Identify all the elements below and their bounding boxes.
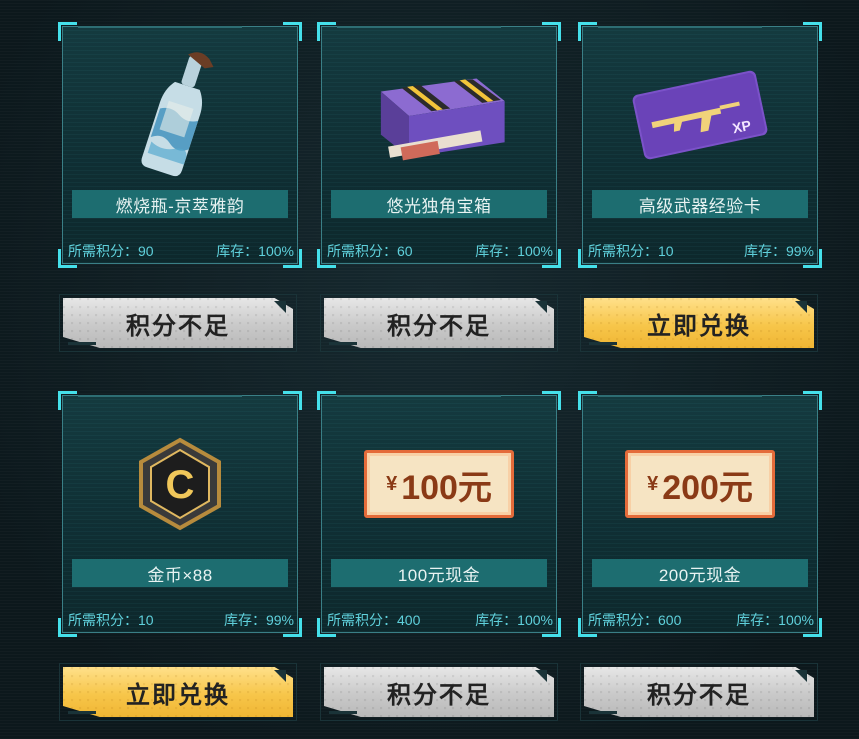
reward-card-xp: XP 高级武器经验卡 所需积分：10 库存：99% <box>578 22 822 268</box>
points-required: 所需积分：90 <box>68 243 154 259</box>
points-required: 所需积分：60 <box>327 243 413 259</box>
molotov-bottle-icon <box>105 40 255 190</box>
item-name: 金币×88 <box>72 559 288 587</box>
stock-level: 库存：100% <box>216 243 294 259</box>
reward-grid: 燃烧瓶-京萃雅韵 所需积分：90 库存：100% 悠光独角宝箱 所需积分：60 <box>0 0 859 739</box>
item-name: 100元现金 <box>331 559 547 587</box>
coin-letter: C <box>166 463 195 507</box>
redeem-button[interactable]: 立即兑换 <box>59 663 297 721</box>
reward-card-cash-200: ¥ 200元 200元现金 所需积分：600 库存：100% <box>578 391 822 637</box>
currency-symbol: ¥ <box>386 472 398 495</box>
treasure-chest-icon <box>364 40 514 190</box>
points-required: 所需积分：10 <box>68 612 154 628</box>
item-name: 悠光独角宝箱 <box>331 190 547 218</box>
stock-level: 库存：100% <box>475 243 553 259</box>
points-required: 所需积分：400 <box>327 612 421 628</box>
cash-amount: 200元 <box>662 468 753 507</box>
reward-card-chest: 悠光独角宝箱 所需积分：60 库存：100% <box>317 22 561 268</box>
reward-card-coins: C 金币×88 所需积分：10 库存：99% <box>58 391 302 637</box>
redeem-button[interactable]: 积分不足 <box>320 663 558 721</box>
cash-ticket-icon: ¥ 100元 <box>364 409 514 559</box>
cash-amount: 100元 <box>401 468 492 507</box>
stock-level: 库存：99% <box>743 243 814 259</box>
gold-coin-badge-icon: C <box>105 409 255 559</box>
stock-level: 库存：99% <box>223 612 294 628</box>
item-name: 高级武器经验卡 <box>592 190 808 218</box>
reward-card-cash-100: ¥ 100元 100元现金 所需积分：400 库存：100% <box>317 391 561 637</box>
reward-card-molotov: 燃烧瓶-京萃雅韵 所需积分：90 库存：100% <box>58 22 302 268</box>
stock-level: 库存：100% <box>475 612 553 628</box>
item-name: 200元现金 <box>592 559 808 587</box>
redeem-button[interactable]: 积分不足 <box>59 294 297 352</box>
cash-ticket-icon: ¥ 200元 <box>625 409 775 559</box>
currency-symbol: ¥ <box>647 472 659 495</box>
redeem-button[interactable]: 积分不足 <box>580 663 818 721</box>
item-name: 燃烧瓶-京萃雅韵 <box>72 190 288 218</box>
points-required: 所需积分：10 <box>588 243 674 259</box>
points-required: 所需积分：600 <box>588 612 682 628</box>
redeem-button[interactable]: 积分不足 <box>320 294 558 352</box>
weapon-xp-card-icon: XP <box>625 40 775 190</box>
stock-level: 库存：100% <box>736 612 814 628</box>
redeem-button[interactable]: 立即兑换 <box>580 294 818 352</box>
